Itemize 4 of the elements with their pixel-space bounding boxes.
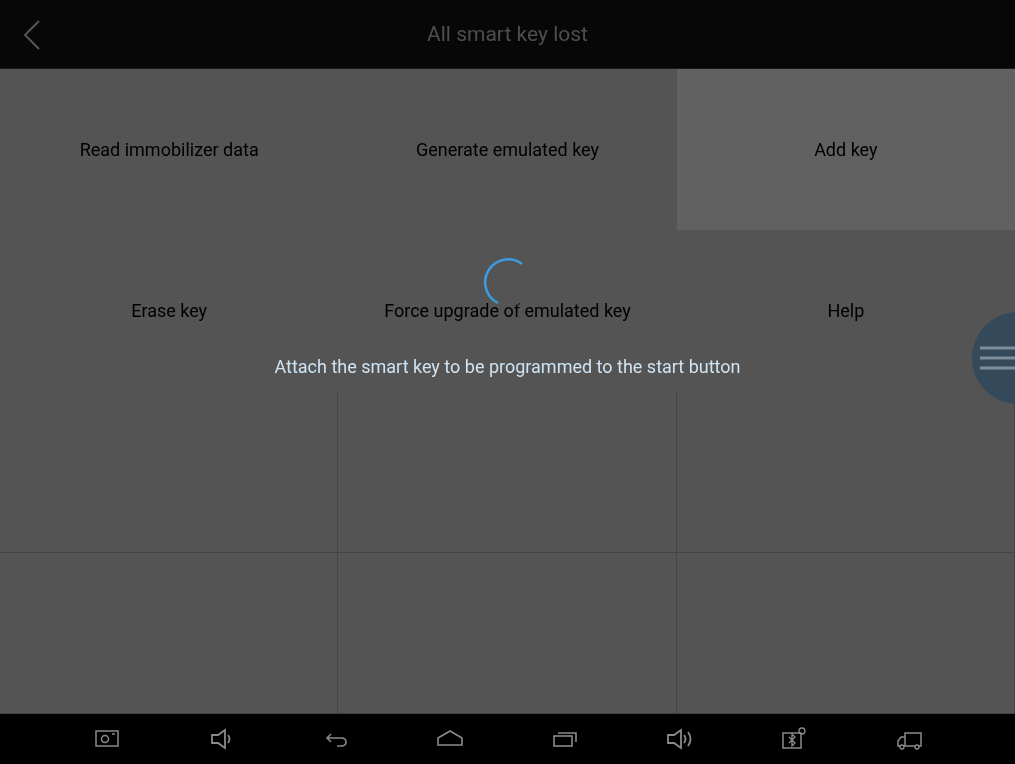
back-icon[interactable]	[22, 20, 42, 50]
screen-title: All smart key lost	[427, 22, 588, 46]
menu-icon	[980, 344, 1015, 372]
function-item[interactable]: Add key	[676, 69, 1015, 231]
